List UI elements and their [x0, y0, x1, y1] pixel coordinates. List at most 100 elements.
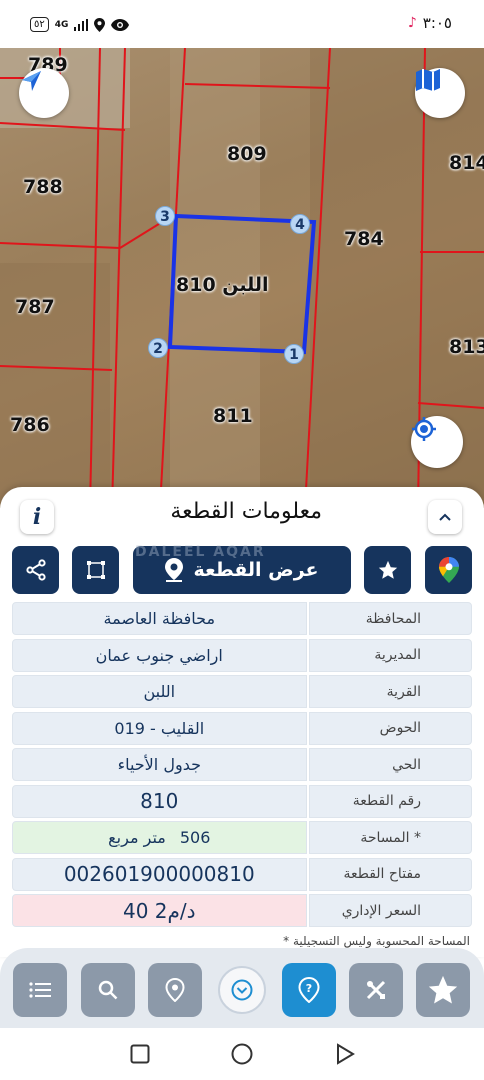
parcel-label-814[interactable]: 814	[449, 152, 484, 174]
table-row: 002601900000810 مفتاح القطعة	[12, 857, 472, 891]
area-value-group: 506 متر مربع	[108, 828, 210, 847]
status-bar: ٥٢ 4G ♪ ٣:٠٥	[0, 0, 484, 48]
parcel-label-786[interactable]: 786	[10, 414, 50, 436]
location-search-button[interactable]	[148, 963, 202, 1017]
status-indicators: ٥٢ 4G	[30, 17, 130, 32]
directorate-value: اراضي جنوب عمان	[12, 638, 307, 672]
signal-icon	[74, 18, 89, 31]
parcel-label-787[interactable]: 787	[15, 296, 55, 318]
favorite-button[interactable]	[364, 546, 411, 594]
area-number: 506	[179, 828, 211, 847]
table-row: 40 د/م2 السعر الإداري	[12, 894, 472, 927]
map-icon	[416, 69, 440, 91]
parcel-key-label: مفتاح القطعة	[308, 857, 472, 891]
recent-apps-button[interactable]	[128, 1042, 152, 1066]
svg-text:?: ?	[306, 982, 312, 995]
chevron-down-icon	[231, 979, 253, 1001]
tools-icon	[366, 980, 386, 1000]
panel-title: معلومات القطعة	[170, 499, 322, 524]
vertex-marker-1: 1	[284, 344, 304, 364]
parcel-label-809[interactable]: 809	[227, 143, 267, 165]
parcel-label-811[interactable]: 811	[213, 405, 253, 427]
vertex-marker-4: 4	[290, 214, 310, 234]
battery-icon: ٥٢	[30, 17, 49, 32]
share-icon	[25, 559, 46, 581]
circle-icon	[231, 1043, 253, 1065]
list-button[interactable]	[13, 963, 67, 1017]
polygon-button[interactable]	[72, 546, 119, 594]
basin-label: الحوض	[308, 711, 472, 745]
polygon-icon	[86, 561, 105, 579]
district-value: جدول الأحياء	[12, 748, 307, 781]
parcel-label-813[interactable]: 813	[449, 336, 484, 358]
google-maps-icon	[438, 557, 459, 583]
parcel-number-label: رقم القطعة	[308, 784, 472, 818]
star-icon	[378, 560, 397, 579]
parcel-label-788[interactable]: 788	[23, 176, 63, 198]
table-row: 810 رقم القطعة	[12, 784, 472, 818]
table-row: 506 متر مربع المساحة *	[12, 821, 472, 854]
star-icon	[428, 975, 458, 1004]
info-button[interactable]: i	[20, 500, 54, 534]
directorate-label: المديرية	[308, 638, 472, 672]
district-label: الحي	[308, 748, 472, 781]
tools-button[interactable]	[349, 963, 403, 1017]
status-time-area: ♪ ٣:٠٥	[408, 14, 452, 32]
table-row: القليب - 019 الحوض	[12, 711, 472, 745]
table-row: اراضي جنوب عمان المديرية	[12, 638, 472, 672]
collapse-button[interactable]	[428, 500, 462, 534]
square-icon	[130, 1044, 150, 1064]
crosshair-icon	[412, 417, 436, 441]
parcel-info-button[interactable]: ?	[282, 963, 336, 1017]
parcel-key-value: 002601900000810	[12, 857, 307, 891]
area-label: المساحة *	[308, 821, 472, 854]
list-icon	[29, 982, 51, 998]
governorate-value: محافظة العاصمة	[12, 602, 307, 635]
compass-icon	[22, 71, 41, 91]
location-pin-icon	[165, 978, 185, 1002]
village-label: القرية	[308, 675, 472, 708]
system-navigation-bar	[0, 1028, 484, 1080]
table-row: اللبن القرية	[12, 675, 472, 708]
area-unit: متر مربع	[108, 828, 166, 847]
help-pin-icon: ?	[298, 977, 320, 1003]
selected-parcel-label[interactable]: اللبن 810	[176, 274, 269, 296]
basin-value: القليب - 019	[12, 711, 307, 745]
vertex-marker-2: 2	[148, 338, 168, 358]
search-button[interactable]	[81, 963, 135, 1017]
compass-button[interactable]	[19, 68, 69, 118]
share-button[interactable]	[12, 546, 59, 594]
my-location-button[interactable]	[411, 416, 463, 468]
info-table: محافظة العاصمة المحافظة اراضي جنوب عمان …	[12, 602, 472, 931]
google-maps-button[interactable]	[425, 546, 472, 594]
bottom-toolbar: ?	[0, 948, 484, 1028]
parcel-info-panel: i معلومات القطعة عرض القطعة DALEEL AQAR …	[0, 487, 484, 957]
parcel-number-value: 810	[12, 784, 307, 818]
area-value: 506 متر مربع	[12, 821, 307, 854]
parcel-label-784[interactable]: 784	[344, 228, 384, 250]
area-footnote: * المساحة المحسوبة وليس التسجيلية	[283, 934, 470, 948]
show-parcel-label: عرض القطعة	[193, 559, 319, 581]
watermark: DALEEL AQAR	[135, 544, 266, 560]
location-pin-icon	[165, 558, 184, 582]
governorate-label: المحافظة	[308, 602, 472, 635]
search-icon	[98, 980, 118, 1000]
network-type: 4G	[54, 19, 69, 30]
favorites-button[interactable]	[416, 963, 470, 1017]
satellite-map[interactable]: 789 788 787 786 809 784 811 814 813 اللب…	[0, 48, 484, 508]
chevron-up-icon	[439, 513, 451, 521]
table-row: محافظة العاصمة المحافظة	[12, 602, 472, 635]
expand-toggle-button[interactable]	[218, 966, 266, 1014]
village-value: اللبن	[12, 675, 307, 708]
clock: ٣:٠٥	[422, 14, 452, 32]
triangle-back-icon	[337, 1043, 355, 1065]
price-label: السعر الإداري	[308, 894, 472, 927]
eye-icon	[111, 18, 130, 31]
table-row: جدول الأحياء الحي	[12, 748, 472, 781]
price-value: 40 د/م2	[12, 894, 307, 927]
home-button[interactable]	[230, 1042, 254, 1066]
vertex-marker-3: 3	[155, 206, 175, 226]
tiktok-icon: ♪	[407, 15, 417, 31]
back-button[interactable]	[333, 1042, 357, 1066]
map-layers-button[interactable]	[415, 68, 465, 118]
